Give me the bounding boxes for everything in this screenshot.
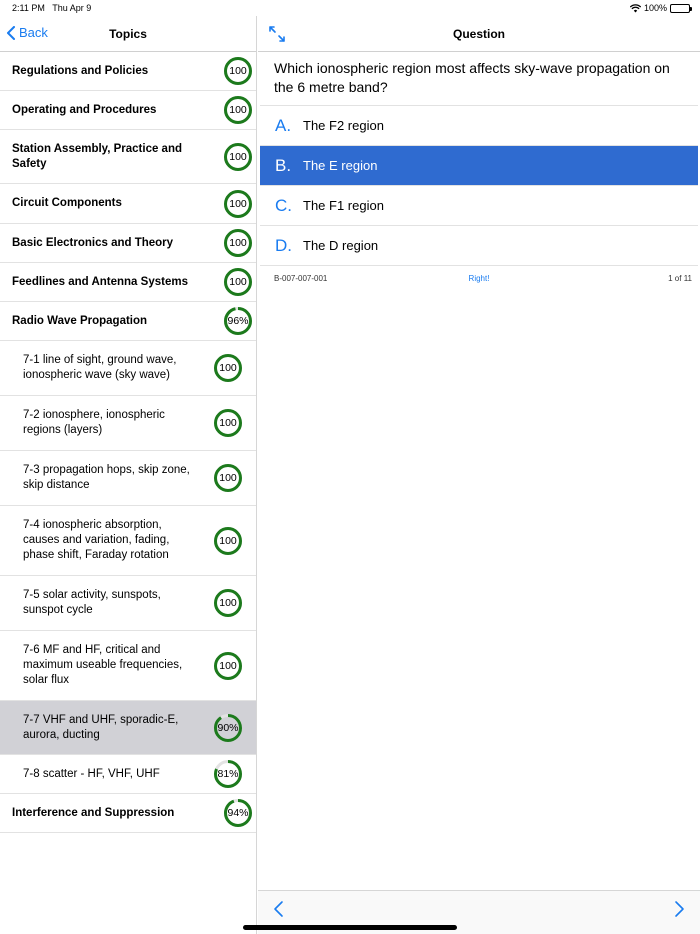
subtopic-row[interactable]: 7-1 line of sight, ground wave, ionosphe… <box>0 341 256 396</box>
topic-label: Interference and Suppression <box>12 806 175 819</box>
answer-text: The E region <box>303 158 378 173</box>
topic-label: 7-3 propagation hops, skip zone, skip di… <box>23 464 190 491</box>
progress-value: 100 <box>229 150 247 163</box>
progress-value: 100 <box>229 276 247 288</box>
answer-a[interactable]: A. The F2 region <box>260 105 698 145</box>
progress-ring: 100 <box>213 408 243 438</box>
subtopic-row[interactable]: 7-4 ionospheric absorption, causes and v… <box>0 506 256 576</box>
answer-b[interactable]: B. The E region <box>260 145 698 185</box>
progress-value: 100 <box>219 417 237 429</box>
progress-value: 96% <box>227 315 249 327</box>
progress-ring: 100 <box>223 56 253 86</box>
progress-ring: 100 <box>213 651 243 681</box>
topic-label: 7-1 line of sight, ground wave, ionosphe… <box>23 354 177 381</box>
topic-label: Radio Wave Propagation <box>12 314 148 327</box>
topic-label: Operating and Procedures <box>12 103 157 116</box>
topic-row[interactable]: Feedlines and Antenna Systems 100 <box>0 263 256 302</box>
topics-pane: Back Topics Regulations and Policies 100 O… <box>0 16 257 934</box>
answer-letter: A. <box>275 115 292 135</box>
progress-ring: 100 <box>223 95 253 125</box>
progress-ring: 100 <box>213 463 243 493</box>
answer-list: A. The F2 region B. The E region C. The … <box>258 105 700 289</box>
topic-label: 7-2 ionosphere, ionospheric regions (lay… <box>23 409 165 436</box>
progress-ring: 94% <box>223 798 253 828</box>
next-question-button[interactable] <box>672 900 686 918</box>
question-nav-bar: Question <box>258 16 700 52</box>
topics-nav-bar: Back Topics <box>0 16 256 52</box>
question-footer: B-007-007-001 Right! 1 of 11 <box>260 265 698 289</box>
topic-label: 7-8 scatter - HF, VHF, UHF <box>23 767 160 780</box>
topic-label: 7-5 solar activity, sunspots, sunspot cy… <box>23 589 161 616</box>
topic-label: 7-6 MF and HF, critical and maximum usea… <box>23 644 183 686</box>
answer-text: The F1 region <box>303 198 384 213</box>
progress-value: 100 <box>229 65 247 77</box>
progress-value: 100 <box>229 104 247 116</box>
back-button[interactable]: Back <box>6 25 48 40</box>
question-counter: 1 of 11 <box>668 274 692 283</box>
topic-list: Regulations and Policies 100 Operating and… <box>0 52 256 833</box>
home-indicator <box>243 925 457 930</box>
topic-row[interactable]: Radio Wave Propagation 96% <box>0 302 256 341</box>
answer-letter: C. <box>275 195 292 215</box>
answer-letter: B. <box>275 155 292 175</box>
question-text: Which ionospheric region most affects sk… <box>274 60 670 95</box>
subtopic-row[interactable]: 7-8 scatter - HF, VHF, UHF 81% <box>0 755 256 794</box>
result-label: Right! <box>468 274 490 283</box>
progress-ring: 90% <box>213 713 243 743</box>
topic-label: 7-4 ionospheric absorption, causes and v… <box>23 519 170 561</box>
topic-label: Regulations and Policies <box>12 64 149 77</box>
answer-c[interactable]: C. The F1 region <box>260 185 698 225</box>
topic-label: Station Assembly, Practice and Safety <box>12 142 183 170</box>
progress-ring: 100 <box>213 588 243 618</box>
subtopic-row[interactable]: 7-5 solar activity, sunspots, sunspot cy… <box>0 576 256 631</box>
previous-question-button[interactable] <box>272 900 286 918</box>
topic-row[interactable]: Regulations and Policies 100 <box>0 52 256 91</box>
progress-ring: 100 <box>223 267 253 297</box>
progress-ring: 100 <box>223 189 253 219</box>
progress-value: 100 <box>219 534 237 547</box>
subtopic-row[interactable]: 7-6 MF and HF, critical and maximum usea… <box>0 631 256 701</box>
topic-label: Feedlines and Antenna Systems <box>12 275 188 288</box>
question-pane: Question Which ionospheric region most a… <box>258 16 700 934</box>
question-title: Question <box>452 27 505 41</box>
status-right: 100% <box>629 3 692 13</box>
topic-row[interactable]: Circuit Components 100 <box>0 184 256 224</box>
topic-label: Circuit Components <box>12 197 122 209</box>
battery-icon <box>670 3 692 13</box>
progress-ring: 96% <box>223 306 253 336</box>
subtopic-row[interactable]: 7-7 VHF and UHF, sporadic-E, aurora, duc… <box>0 701 256 755</box>
progress-ring: 100 <box>213 526 243 556</box>
progress-value: 94% <box>227 807 249 819</box>
progress-value: 100 <box>229 237 247 249</box>
subtopic-row[interactable]: 7-2 ionosphere, ionospheric regions (lay… <box>0 396 256 451</box>
progress-value: 100 <box>219 362 237 374</box>
progress-ring: 81% <box>213 759 243 789</box>
topic-row[interactable]: Operating and Procedures 100 <box>0 91 256 130</box>
progress-ring: 100 <box>213 353 243 383</box>
progress-value: 100 <box>229 197 247 210</box>
progress-value: 100 <box>219 659 237 672</box>
answer-text: The F2 region <box>303 118 384 133</box>
status-time: 2:11 PM Thu Apr 9 <box>12 3 92 13</box>
answer-d[interactable]: D. The D region <box>260 225 698 265</box>
wifi-icon <box>629 3 641 12</box>
progress-ring: 100 <box>223 142 253 172</box>
answer-text: The D region <box>303 238 379 253</box>
topic-row[interactable]: Interference and Suppression 94% <box>0 794 256 833</box>
battery-percent: 100% <box>643 3 667 13</box>
topic-label: Basic Electronics and Theory <box>12 236 174 249</box>
subtopic-row[interactable]: 7-3 propagation hops, skip zone, skip di… <box>0 451 256 506</box>
progress-ring: 100 <box>223 228 253 258</box>
topic-row[interactable]: Basic Electronics and Theory 100 <box>0 224 256 263</box>
topic-label: 7-7 VHF and UHF, sporadic-E, aurora, duc… <box>23 713 179 741</box>
back-label: Back <box>19 25 48 40</box>
answer-letter: D. <box>275 235 292 255</box>
chevron-left-icon <box>7 25 15 40</box>
progress-value: 100 <box>219 472 237 484</box>
progress-value: 90% <box>217 721 239 734</box>
topic-row[interactable]: Station Assembly, Practice and Safety 100 <box>0 130 256 184</box>
progress-value: 81% <box>217 768 239 780</box>
progress-value: 100 <box>219 597 237 609</box>
status-bar: 2:11 PM Thu Apr 9 100% <box>0 0 700 16</box>
